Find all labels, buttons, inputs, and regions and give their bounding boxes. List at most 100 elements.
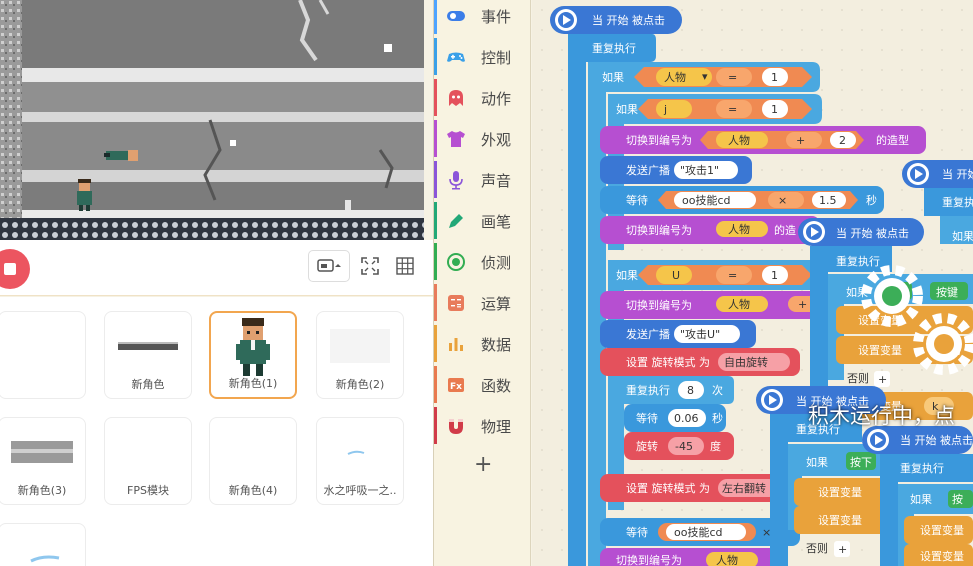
svg-text:"攻击1": "攻击1" [680, 163, 719, 177]
svg-text:+: + [796, 134, 805, 147]
sprite-label: 水之呼吸一之.. [323, 484, 397, 497]
sprite-card[interactable] [0, 523, 86, 566]
svg-text:人物: 人物 [728, 133, 750, 147]
sensor-icon [447, 253, 465, 271]
category-sound[interactable]: 声音 [434, 159, 531, 200]
category-events[interactable]: 事件 [434, 0, 531, 36]
set-rotation-block[interactable]: 设置 旋转模式 为 左右翻转 [600, 474, 780, 502]
broadcast-block[interactable]: 发送广播 "攻击U" [600, 320, 756, 348]
svg-text:重复执行: 重复执行 [900, 461, 944, 475]
category-pen[interactable]: 画笔 [434, 200, 531, 241]
stage-toolbar [0, 240, 433, 296]
svg-text:按下: 按下 [850, 455, 872, 469]
sprite-label: 新角色(1) [228, 377, 278, 390]
sprite-card[interactable]: 新角色(2) [316, 311, 404, 399]
svg-text:发送广播: 发送广播 [626, 163, 670, 177]
sprite-card[interactable]: 水之呼吸一之.. [316, 417, 404, 505]
category-functions[interactable]: Fx 函数 [434, 364, 531, 405]
svg-text:j: j [663, 103, 667, 116]
rotate-block[interactable]: 旋转 -45 度 [624, 432, 734, 460]
svg-text:如果: 如果 [910, 492, 932, 506]
svg-text:=: = [728, 103, 737, 116]
svg-text:▾: ▾ [702, 70, 708, 83]
svg-text:8: 8 [687, 384, 694, 397]
sprite-card-selected[interactable]: 新角色(1) [209, 311, 297, 399]
svg-text:切换到编号为: 切换到编号为 [626, 298, 692, 312]
svg-text:U: U [672, 269, 680, 282]
svg-text:"攻击U": "攻击U" [680, 327, 720, 341]
sprite-label: FPS模块 [127, 484, 169, 497]
category-sensing[interactable]: 侦测 [434, 241, 531, 282]
add-category-button[interactable]: + [474, 452, 492, 477]
sprite-card[interactable]: 新角色 [104, 311, 192, 399]
category-data[interactable]: 数据 [434, 323, 531, 364]
svg-text:+: + [798, 298, 807, 311]
category-physics[interactable]: 物理 [434, 405, 531, 446]
switch-costume-block[interactable]: 切换到编号为 人物 + [600, 291, 820, 319]
sprite-panel: 新角色 新角色(1) 新角色(2) 新角色(3) FPS模块 新角色(4) 水之… [0, 297, 433, 566]
svg-text:+: + [838, 543, 847, 556]
svg-text:-45: -45 [675, 440, 693, 453]
sprite-thumbnail [317, 422, 403, 482]
fullscreen-button[interactable] [353, 250, 387, 282]
wait-block[interactable]: 等待 0.06 秒 [624, 404, 726, 432]
svg-text:=: = [728, 71, 737, 84]
set-rotation-block[interactable]: 设置 旋转模式 为 自由旋转 [600, 348, 800, 376]
category-operators[interactable]: 运算 [434, 282, 531, 323]
svg-text:1: 1 [771, 103, 778, 116]
screen-mode-button[interactable] [308, 250, 350, 282]
fullscreen-icon [361, 257, 379, 275]
toggle-icon [447, 11, 465, 21]
switch-costume-block[interactable]: 切换到编号为 人物 [600, 548, 780, 566]
svg-text:当 开始: 当 开始 [942, 167, 973, 181]
hat-block[interactable]: 当 开始 被点击 [550, 6, 682, 34]
stage-canvas [0, 0, 424, 240]
svg-text:按键: 按键 [936, 285, 958, 299]
sprite-card[interactable]: 新角色(4) [209, 417, 297, 505]
block-categories: 事件 控制 动作 外观 声音 画笔 侦测 运算 数据 Fx 函数 物理 [434, 0, 531, 566]
svg-text:oo技能cd: oo技能cd [682, 193, 731, 207]
svg-text:重复执行: 重复执行 [836, 254, 880, 268]
svg-text:等待: 等待 [636, 411, 658, 425]
svg-text:×: × [762, 526, 771, 539]
running-status-overlay: 积木运行中，点 [808, 404, 955, 428]
category-control[interactable]: 控制 [434, 36, 531, 77]
game-stage[interactable] [0, 0, 424, 240]
sprite-thumbnail [0, 316, 85, 376]
broadcast-block[interactable]: 发送广播 "攻击1" [600, 156, 752, 184]
svg-text:人物: 人物 [728, 297, 750, 311]
ghost-icon [449, 90, 463, 106]
svg-text:如果: 如果 [616, 102, 638, 116]
svg-text:设置变量: 设置变量 [920, 549, 964, 563]
stop-button[interactable] [0, 249, 30, 289]
switch-costume-block[interactable]: 切换到编号为 人物 的造 [600, 216, 820, 244]
code-workspace[interactable]: 当 开始 被点击 重复执行 如果 人物 ▾ = 1 如果 j = 1 切换到编号… [532, 0, 973, 566]
sprite-thumbnail [210, 422, 296, 482]
category-looks[interactable]: 外观 [434, 118, 531, 159]
character-flying [104, 150, 138, 161]
grid-icon [396, 257, 414, 275]
sprite-card[interactable]: FPS模块 [104, 417, 192, 505]
wait-block[interactable]: 等待 oo技能cd × 1.5 秒 [600, 186, 884, 214]
category-motion[interactable]: 动作 [434, 77, 531, 118]
sprite-thumbnail [105, 316, 191, 376]
svg-text:设置变量: 设置变量 [818, 513, 862, 527]
svg-text:当 开始 被点击: 当 开始 被点击 [836, 226, 909, 240]
sprite-thumbnail [211, 317, 295, 377]
svg-text:人物: 人物 [728, 222, 750, 236]
grid-button[interactable] [388, 250, 422, 282]
hat-text: 当 开始 被点击 [592, 13, 665, 27]
switch-costume-block[interactable]: 切换到编号为 人物 + 2 的造型 [600, 126, 926, 154]
svg-text:当 开始 被点击: 当 开始 被点击 [900, 433, 973, 447]
sprite-thumbnail [317, 316, 403, 376]
sprite-card[interactable] [0, 311, 86, 399]
svg-text:如果: 如果 [602, 70, 624, 84]
sprite-card[interactable]: 新角色(3) [0, 417, 86, 505]
svg-text:重复执行: 重复执行 [592, 41, 636, 55]
svg-text:1: 1 [771, 269, 778, 282]
svg-text:设置 旋转模式 为: 设置 旋转模式 为 [626, 355, 710, 369]
sprite-thumbnail [105, 422, 191, 482]
sprite-label: 新角色(3) [17, 484, 67, 497]
svg-text:度: 度 [710, 439, 721, 453]
gamepad-icon [447, 52, 465, 62]
